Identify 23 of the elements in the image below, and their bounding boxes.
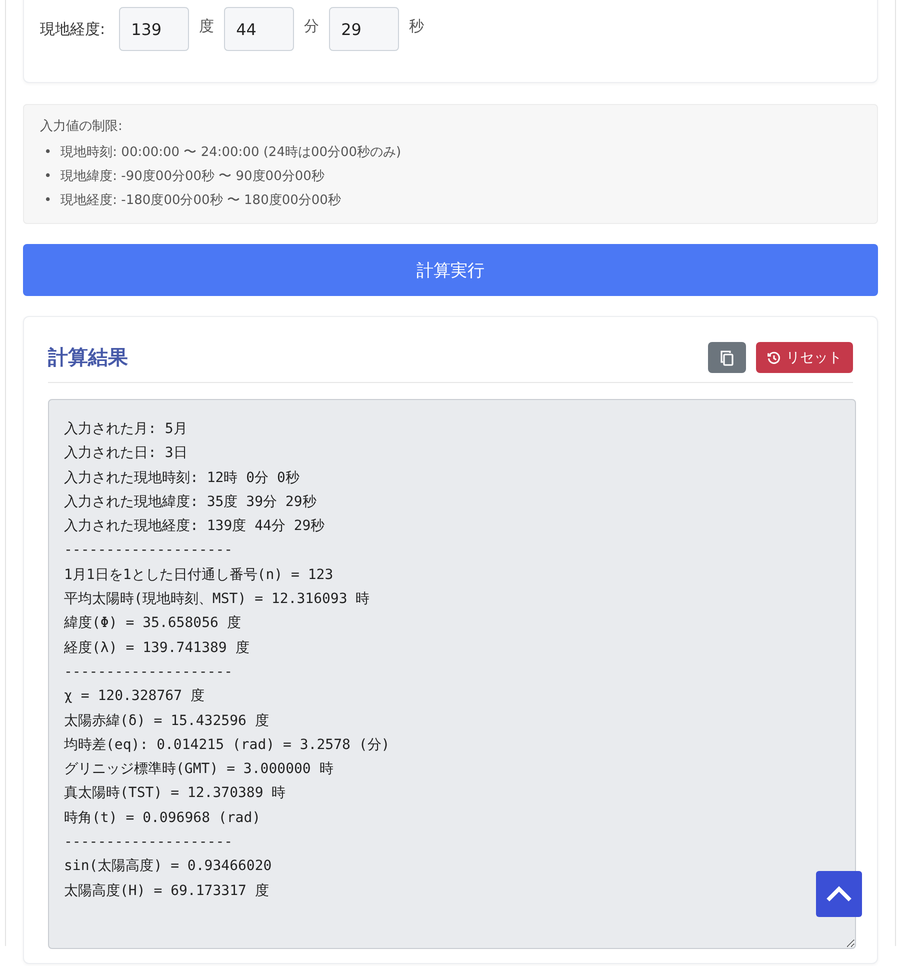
list-bullet: •: [44, 144, 52, 162]
copy-icon: [720, 350, 734, 366]
copy-button[interactable]: [708, 342, 746, 373]
result-title: 計算結果: [48, 344, 128, 371]
list-bullet: •: [44, 168, 52, 186]
reset-button[interactable]: リセット: [756, 342, 853, 373]
result-textarea[interactable]: 入力された月: 5月 入力された日: 3日 入力された現地時刻: 12時 0分 0秒 入力された現地緯度: 35度 39分 29秒 入力された現地経度: 139度 44分 29秒 -------------------- 1月1日を1とした日付通し番号(n) = 123 平均太陽時(現地時刻、MST) = 12.316093 時 緯度(Φ) = 35.658056 度 経度(λ) = 139.741389 度 -------------------- χ = 120.328767 度 太陽赤緯(δ) = 15.432596 度 均時差(eq): 0.014215 (rad) = 3.2578 (分) グリニッジ標準時(GMT) = 3.000000 時 真太陽時(TST) = 12.370389 時 時角(t) = 0.096968 (rad) -------------------- sin(太陽高度) = 0.93466020 太陽高度(H) = 69.173317 度: [48, 399, 856, 949]
number-field[interactable]: 44: [224, 7, 294, 51]
limits-title: 入力値の制限:: [40, 118, 124, 135]
unit-label: 秒: [409, 16, 424, 36]
limit-item: 現地時刻: 00:00:00 〜 24:00:00 (24時は00分00秒のみ): [60, 144, 402, 162]
chevron-up-icon: [826, 886, 852, 902]
limit-item: 現地緯度: -90度00分00秒 〜 90度00分00秒: [60, 168, 324, 186]
number-field[interactable]: 139: [119, 7, 190, 51]
scroll-top-button[interactable]: [816, 871, 862, 917]
limit-item: 現地経度: -180度00分00秒 〜 180度00分00秒: [60, 192, 341, 210]
history-icon: [767, 350, 781, 364]
unit-label: 度: [199, 16, 214, 36]
calculate-button[interactable]: 計算実行: [23, 244, 878, 296]
longitude-label: 現地経度:: [40, 20, 106, 38]
number-field[interactable]: 29: [329, 7, 400, 51]
unit-label: 分: [304, 16, 320, 36]
list-bullet: •: [44, 192, 52, 210]
